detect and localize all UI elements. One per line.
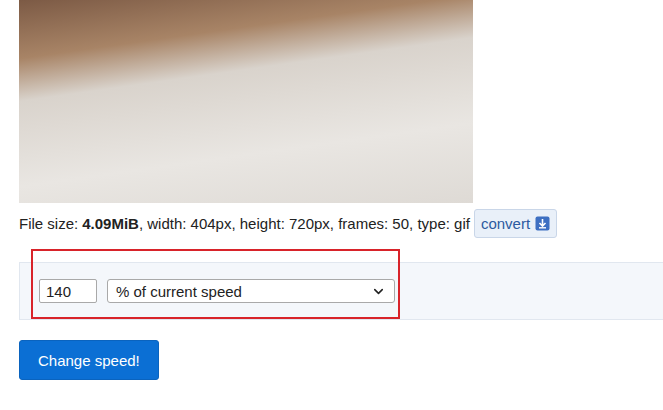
speed-input[interactable] xyxy=(39,279,97,303)
file-info-text: File size:4.09MiB, width: 404px, height:… xyxy=(19,214,470,234)
download-icon xyxy=(535,216,550,231)
highlight-box xyxy=(31,249,400,319)
change-speed-button[interactable]: Change speed! xyxy=(19,340,159,380)
convert-button[interactable]: convert xyxy=(474,209,557,238)
speed-form: % of current speed xyxy=(19,262,663,320)
speed-panel: % of current speed xyxy=(19,262,663,320)
page: File size:4.09MiB, width: 404px, height:… xyxy=(0,0,663,410)
unit-select[interactable]: % of current speed xyxy=(107,279,395,303)
chevron-down-icon xyxy=(371,284,386,299)
gif-preview xyxy=(19,0,473,203)
file-info: File size:4.09MiB, width: 404px, height:… xyxy=(19,209,557,238)
